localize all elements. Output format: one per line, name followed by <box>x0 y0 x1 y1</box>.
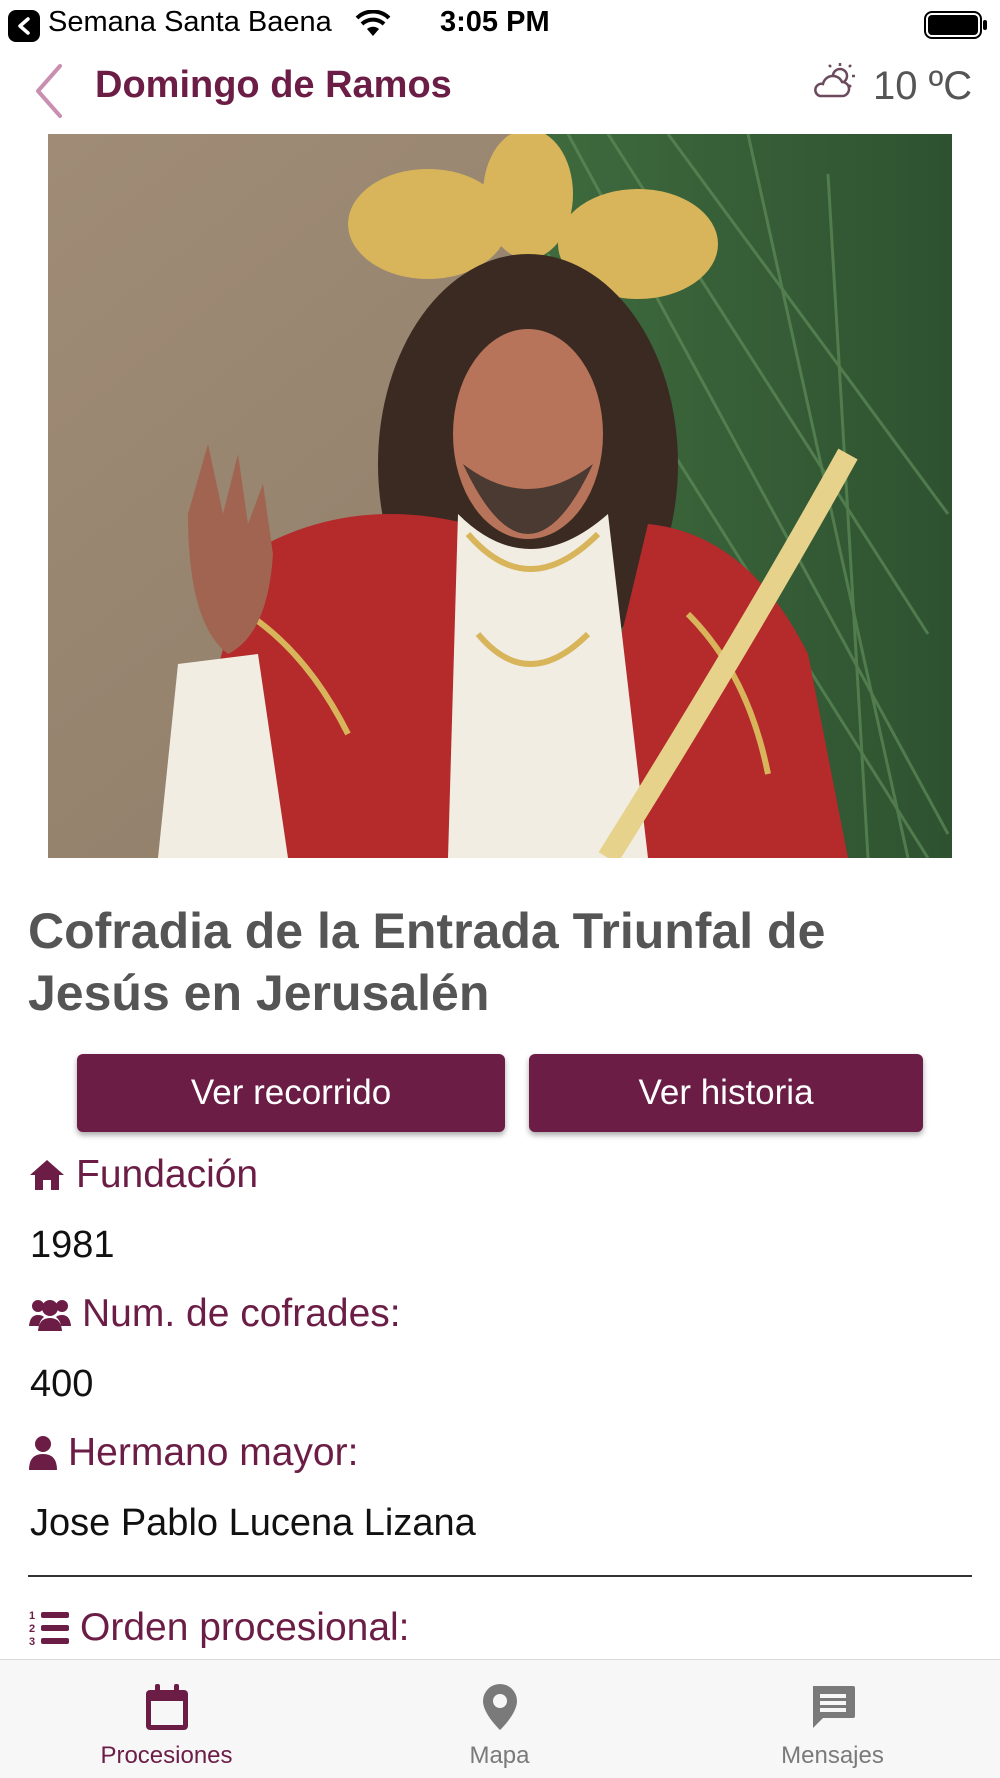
temperature: 10 ºC <box>873 64 973 108</box>
tab-bar: Procesiones Mapa Mensajes <box>0 1659 1000 1778</box>
user-icon <box>29 1436 57 1470</box>
foundation-value: 1981 <box>30 1224 115 1266</box>
map-pin-icon <box>482 1684 517 1730</box>
status-bar: Semana Santa Baena 3:05 PM <box>0 0 1000 50</box>
head-brother-value: Jose Pablo Lucena Lizana <box>30 1502 476 1544</box>
nav-bar: Domingo de Ramos 10 ºC <box>0 50 1000 134</box>
wifi-icon <box>355 10 391 36</box>
chevron-left-icon <box>18 17 30 35</box>
brotherhood-name: Cofradia de la Entrada Triunfal de Jesús… <box>28 903 826 1021</box>
members-label: Num. de cofrades: <box>82 1292 401 1335</box>
tab-mensajes[interactable]: Mensajes <box>666 1660 999 1778</box>
home-icon <box>30 1160 64 1190</box>
calendar-icon <box>145 1684 188 1730</box>
ordered-list-icon: 1 2 3 <box>29 1610 69 1648</box>
procession-order-label: Orden procesional: <box>80 1606 410 1649</box>
procession-order-label-row: 1 2 3 Orden procesional: <box>28 1606 410 1650</box>
tab-procesiones[interactable]: Procesiones <box>0 1660 333 1778</box>
members-value: 400 <box>30 1363 94 1405</box>
tab-label: Mensajes <box>781 1742 884 1769</box>
tab-mapa[interactable]: Mapa <box>333 1660 666 1778</box>
page-title: Domingo de Ramos <box>95 64 452 106</box>
head-brother-label: Hermano mayor: <box>68 1431 359 1474</box>
view-history-button[interactable]: Ver historia <box>529 1054 923 1132</box>
statue-photo <box>48 134 952 858</box>
back-to-app-button[interactable] <box>8 10 40 42</box>
view-route-button[interactable]: Ver recorrido <box>77 1054 505 1132</box>
tab-label: Mapa <box>469 1742 530 1769</box>
head-brother-label-row: Hermano mayor: <box>28 1431 358 1475</box>
partly-cloudy-icon <box>814 63 855 98</box>
svg-text:2: 2 <box>29 1623 35 1635</box>
battery-icon <box>924 11 987 39</box>
section-divider <box>28 1575 972 1577</box>
foundation-label-row: Fundación <box>28 1153 258 1197</box>
members-label-row: Num. de cofrades: <box>28 1292 401 1336</box>
clock-time: 3:05 PM <box>440 6 550 38</box>
back-app-label: Semana Santa Baena <box>48 6 332 38</box>
svg-text:3: 3 <box>29 1636 35 1648</box>
tab-label: Procesiones <box>100 1742 233 1769</box>
foundation-label: Fundación <box>76 1153 259 1196</box>
users-icon <box>29 1300 71 1331</box>
back-chevron-icon[interactable] <box>30 62 70 120</box>
message-icon <box>812 1686 855 1728</box>
svg-text:1: 1 <box>29 1610 35 1622</box>
